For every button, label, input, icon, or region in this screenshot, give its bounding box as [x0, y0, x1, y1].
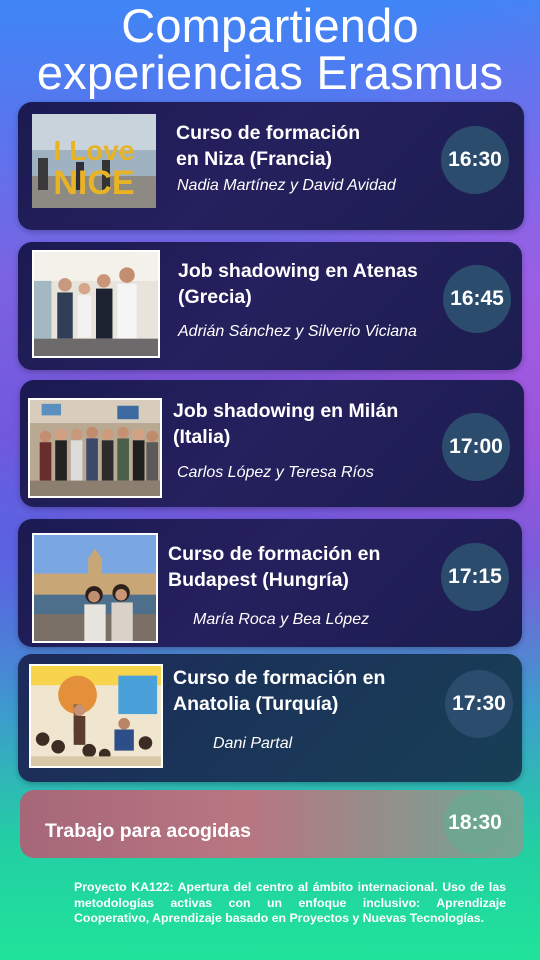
session-title: Curso de formación en Niza (Francia)	[176, 120, 446, 172]
session-time: 17:30	[445, 670, 513, 738]
closing-time: 18:30	[444, 792, 506, 854]
session-title: Job shadowing en Atenas (Grecia)	[178, 258, 446, 310]
session-title-line: Budapest (Hungría)	[168, 569, 349, 591]
session-title-line: Anatolia (Turquía)	[173, 693, 339, 715]
session-photo	[32, 533, 158, 643]
photo-i-love-nice: I Love NICE	[32, 114, 156, 208]
session-photo: I Love NICE	[32, 114, 156, 208]
photo-group-milan	[30, 400, 160, 496]
page-title: Compartiendo experiencias Erasmus	[0, 2, 540, 96]
photo-classroom-anatolia	[31, 666, 161, 766]
session-authors: Nadia Martínez y David Avidad	[177, 177, 396, 194]
photo-text-love: I Love	[54, 135, 135, 166]
session-title-line: Curso de formación	[176, 122, 361, 144]
session-title-line: Curso de formación en	[173, 667, 386, 689]
session-card-anatolia: Curso de formación en Anatolia (Turquía)…	[18, 654, 522, 782]
photo-group-atenas	[34, 252, 158, 356]
session-title-line: en Niza (Francia)	[176, 148, 333, 170]
photo-budapest	[34, 535, 156, 641]
session-authors: María Roca y Bea López	[193, 611, 370, 628]
session-time: 17:00	[442, 413, 510, 481]
session-title: Curso de formación en Budapest (Hungría)	[168, 541, 448, 593]
title-line-1: Compartiendo	[121, 0, 419, 52]
session-title: Job shadowing en Milán (Italia)	[173, 398, 443, 450]
session-title-line: Job shadowing en Milán	[173, 400, 399, 422]
closing-label: Trabajo para acogidas	[45, 820, 251, 842]
session-title-line: (Italia)	[173, 426, 231, 448]
session-card-milan: Job shadowing en Milán (Italia) Carlos L…	[20, 380, 524, 507]
session-time: 16:30	[441, 126, 509, 194]
session-photo	[28, 398, 162, 498]
title-line-2: experiencias Erasmus	[36, 46, 504, 99]
poster: { "title": { "line1": "Compartiendo", "l…	[0, 0, 540, 960]
session-card-budapest: Curso de formación en Budapest (Hungría)…	[18, 519, 522, 647]
session-title-line: Job shadowing en Atenas	[178, 260, 418, 282]
session-title-line: Curso de formación en	[168, 543, 381, 565]
photo-text-nice: NICE	[53, 164, 134, 202]
session-authors: Carlos López y Teresa Ríos	[177, 464, 374, 481]
session-photo	[29, 664, 163, 768]
session-photo	[32, 250, 160, 358]
project-description: Proyecto KA122: Apertura del centro al á…	[74, 880, 506, 925]
session-title-line: (Grecia)	[178, 286, 252, 308]
session-time: 16:45	[443, 265, 511, 333]
session-card-niza: I Love NICE Curso de formación en Niza (…	[18, 102, 524, 230]
session-time: 17:15	[441, 543, 509, 611]
session-authors: Dani Partal	[213, 735, 293, 752]
session-authors: Adrián Sánchez y Silverio Viciana	[178, 323, 417, 340]
closing-card: Trabajo para acogidas 18:30	[20, 790, 524, 858]
session-card-atenas: Job shadowing en Atenas (Grecia) Adrián …	[18, 242, 522, 370]
session-title: Curso de formación en Anatolia (Turquía)	[173, 665, 448, 717]
